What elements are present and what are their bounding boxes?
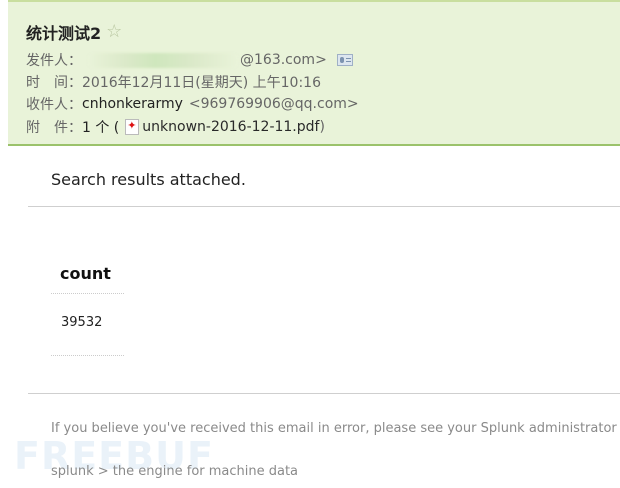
divider-bottom bbox=[28, 393, 620, 394]
recipient-label: 收件人： bbox=[26, 97, 82, 113]
footer-error-note: If you believe you've received this emai… bbox=[51, 421, 617, 436]
redacted-sender-name bbox=[88, 52, 238, 68]
pdf-icon[interactable] bbox=[125, 119, 140, 135]
search-results-message: Search results attached. bbox=[51, 170, 246, 189]
mail-subject: 统计测试2 bbox=[26, 24, 102, 43]
table-row-rule bbox=[51, 355, 124, 356]
divider-top bbox=[28, 206, 620, 207]
recipient-name[interactable]: cnhonkerarmy bbox=[82, 96, 183, 112]
time-row: 时 间： 2016年12月11日(星期天) 上午10:16 bbox=[26, 72, 321, 92]
sender-row: 发件人： @163.com> bbox=[26, 50, 353, 70]
table-header-rule bbox=[51, 293, 124, 294]
contact-card-icon[interactable] bbox=[336, 54, 353, 66]
attachment-link[interactable]: unknown-2016-12-11.pdf bbox=[142, 119, 319, 135]
table-header-count: count bbox=[60, 264, 111, 283]
sender-domain[interactable]: @163.com> bbox=[240, 52, 327, 68]
recipient-row: 收件人： cnhonkerarmy <969769906@qq.com> bbox=[26, 94, 359, 114]
star-icon[interactable]: ☆ bbox=[106, 23, 122, 41]
attachment-row: 附 件： 1 个 ( unknown-2016-12-11.pdf ) bbox=[26, 117, 325, 137]
time-value: 2016年12月11日(星期天) 上午10:16 bbox=[82, 75, 321, 91]
subject-row: 统计测试2 ☆ bbox=[26, 20, 122, 44]
attachment-close: ) bbox=[319, 119, 325, 135]
mail-header: 统计测试2 ☆ 发件人： @163.com> 时 间： 2016年12月11日(… bbox=[8, 0, 620, 146]
time-label: 时 间： bbox=[26, 75, 82, 91]
attachment-label: 附 件： bbox=[26, 120, 82, 136]
recipient-email[interactable]: <969769906@qq.com> bbox=[189, 96, 359, 112]
attachment-count: 1 个 ( bbox=[82, 120, 120, 136]
footer-splunk-brand: splunk > the engine for machine data bbox=[51, 464, 299, 479]
table-cell-count: 39532 bbox=[61, 315, 103, 330]
sender-label: 发件人： bbox=[26, 53, 82, 69]
